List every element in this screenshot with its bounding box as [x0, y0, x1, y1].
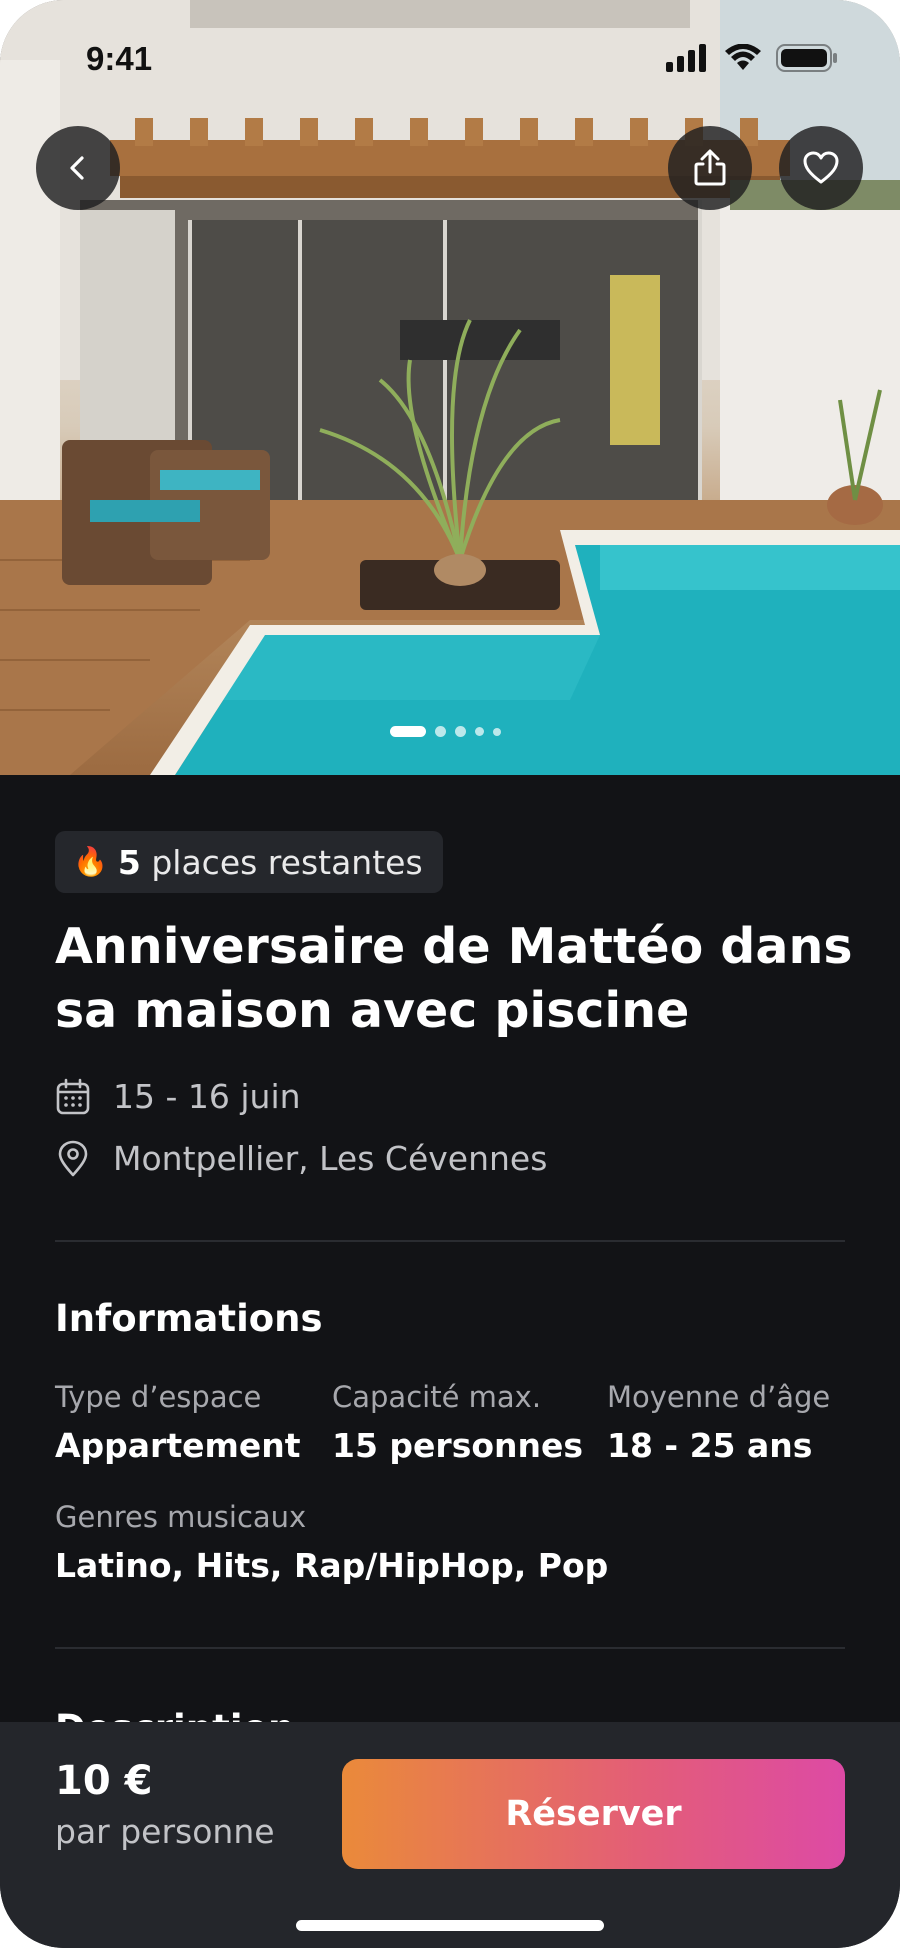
phone-screen: 9:41 🔥 5 places restantes Anniversaire d…: [0, 0, 900, 1948]
places-remaining-badge: 🔥 5 places restantes: [55, 831, 443, 893]
carousel-dot[interactable]: [493, 727, 501, 736]
wifi-icon: [725, 44, 761, 70]
booking-bar: 10 € par personne Réserver: [0, 1722, 900, 1948]
event-date: 15 - 16 juin: [113, 1077, 301, 1116]
carousel-dot[interactable]: [435, 726, 446, 737]
places-count: 5: [117, 842, 141, 882]
event-date-row: 15 - 16 juin: [55, 1077, 301, 1116]
info-value: 15 personnes: [332, 1426, 584, 1465]
event-details: 🔥 5 places restantes Anniversaire de Mat…: [0, 775, 900, 1775]
info-value: Latino, Hits, Rap/HipHop, Pop: [55, 1546, 609, 1585]
favorite-button[interactable]: [779, 126, 863, 210]
heart-icon: [803, 151, 839, 184]
info-value: Appartement: [55, 1426, 301, 1465]
status-icons: [666, 44, 838, 72]
info-label: Type d’espace: [55, 1380, 262, 1414]
back-button[interactable]: [36, 126, 120, 210]
carousel-dot[interactable]: [455, 726, 466, 737]
reserve-button[interactable]: Réserver: [342, 1759, 845, 1869]
price-unit: par personne: [55, 1812, 275, 1851]
info-label: Moyenne d’âge: [607, 1380, 831, 1414]
home-indicator[interactable]: [296, 1920, 604, 1931]
info-space-type: Type d’espace Appartement: [55, 1380, 301, 1465]
info-label: Capacité max.: [332, 1380, 542, 1414]
places-remaining-text: 5 places restantes: [118, 843, 423, 882]
informations-heading: Informations: [55, 1297, 323, 1340]
share-icon: [694, 149, 726, 186]
info-capacity: Capacité max. 15 personnes: [332, 1380, 583, 1465]
divider: [55, 1240, 845, 1242]
cellular-signal-icon: [666, 44, 706, 72]
event-title: Anniversaire de Mattéo dans sa maison av…: [55, 918, 853, 1039]
info-label: Genres musicaux: [55, 1500, 307, 1534]
event-location-row[interactable]: Montpellier, Les Cévennes: [55, 1139, 547, 1178]
carousel-pagination[interactable]: [390, 726, 501, 737]
chevron-left-icon: [70, 156, 84, 180]
places-label: places restantes: [140, 842, 423, 882]
battery-icon: [776, 44, 837, 72]
location-pin-icon: [58, 1140, 88, 1176]
fire-icon: 🔥: [73, 845, 108, 878]
carousel-dot-active[interactable]: [390, 726, 426, 737]
info-value: 18 - 25 ans: [607, 1426, 813, 1465]
share-button[interactable]: [668, 126, 752, 210]
calendar-icon: [56, 1078, 90, 1114]
info-average-age: Moyenne d’âge 18 - 25 ans: [607, 1380, 830, 1465]
status-time: 9:41: [86, 40, 153, 77]
price: 10 €: [55, 1758, 153, 1804]
info-music-genres: Genres musicaux Latino, Hits, Rap/HipHop…: [55, 1500, 608, 1585]
status-bar: 9:41: [0, 0, 900, 120]
divider: [55, 1647, 845, 1649]
carousel-dot[interactable]: [475, 727, 484, 736]
event-location[interactable]: Montpellier, Les Cévennes: [113, 1139, 547, 1178]
